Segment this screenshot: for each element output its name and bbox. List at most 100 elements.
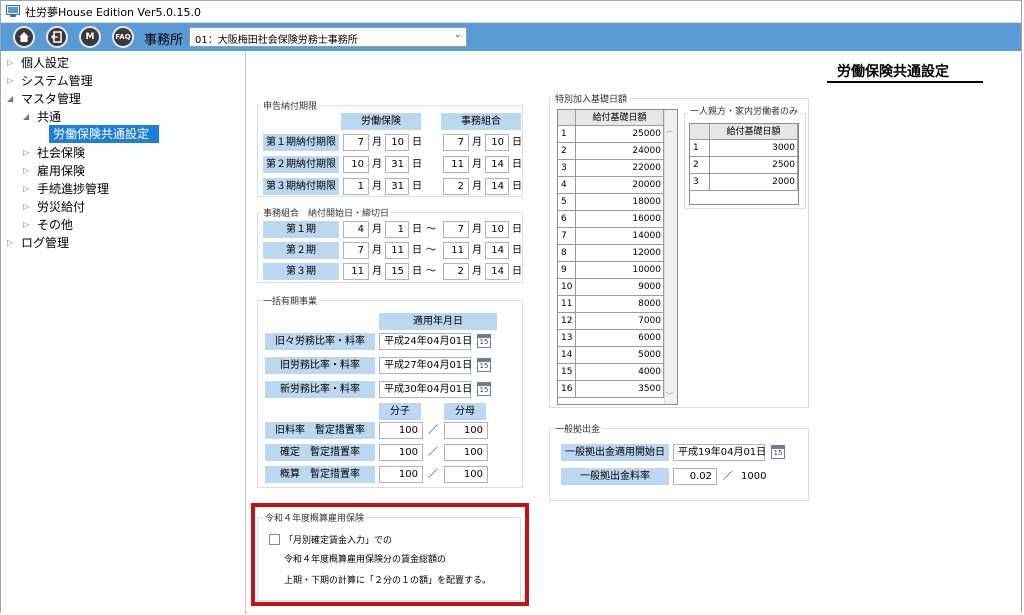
union-end-day-input[interactable]: 14	[485, 242, 509, 259]
table-row-index: 2	[558, 143, 576, 160]
union-row-label: 第１期	[263, 221, 339, 238]
collapse-arrow-icon: ◢	[7, 94, 14, 103]
table-cell-amount[interactable]: 22000	[576, 160, 664, 177]
union-start-day-input[interactable]: 1	[385, 221, 409, 238]
lump-date-input[interactable]: 平成27年04月01日	[379, 357, 472, 374]
filing-row-label: 第１期納付期限	[263, 134, 339, 151]
calendar-icon[interactable]: 15	[477, 382, 491, 396]
union-end-month-input[interactable]: 2	[443, 263, 469, 280]
filing-office-month-input[interactable]: 7	[443, 134, 469, 151]
col-office-union: 事務組合	[441, 113, 521, 130]
unit-month: 月	[372, 245, 382, 256]
filing-office-month-input[interactable]: 2	[443, 178, 469, 195]
table-cell-amount[interactable]: 18000	[576, 194, 664, 211]
table-cell-amount[interactable]: 25000	[576, 126, 664, 143]
table-cell-amount[interactable]: 3000	[710, 140, 798, 157]
union-row-label: 第３期	[263, 263, 339, 280]
rate-numerator-input[interactable]: 100	[379, 422, 423, 439]
union-end-month-input[interactable]: 7	[443, 221, 469, 238]
scroll-down-icon[interactable]: ﹀	[666, 391, 673, 401]
expand-arrow-icon: ▷	[23, 184, 30, 193]
table-cell-amount[interactable]: 14000	[576, 228, 664, 245]
table-cell-amount[interactable]: 24000	[576, 143, 664, 160]
table-cell-amount[interactable]: 2000	[710, 174, 798, 191]
calendar-icon[interactable]: 15	[771, 445, 785, 459]
table-cell-amount[interactable]: 5000	[576, 347, 664, 364]
filing-office-day-input[interactable]: 14	[485, 178, 509, 195]
table-cell-amount[interactable]: 6000	[576, 330, 664, 347]
union-end-day-input[interactable]: 10	[485, 221, 509, 238]
filing-labor-day-input[interactable]: 31	[385, 178, 409, 195]
rate-numerator-input[interactable]: 100	[379, 444, 423, 461]
filing-office-day-input[interactable]: 10	[485, 134, 509, 151]
union-start-day-input[interactable]: 11	[385, 242, 409, 259]
table-cell-amount[interactable]: 10000	[576, 262, 664, 279]
table-cell-amount[interactable]: 20000	[576, 177, 664, 194]
union-start-month-input[interactable]: 11	[343, 263, 369, 280]
rate-slash: ／	[428, 425, 438, 436]
table-cell-amount[interactable]: 12000	[576, 245, 664, 262]
table-cell-amount[interactable]: 8000	[576, 296, 664, 313]
unit-month: 月	[372, 159, 382, 170]
chevron-down-icon[interactable]: ⌄	[454, 30, 462, 40]
union-end-month-input[interactable]: 11	[443, 242, 469, 259]
family-group-title: 一人親方・家内労働者のみ	[688, 104, 801, 117]
office-select[interactable]: 01：大阪梅田社会保険労務士事務所	[189, 27, 467, 47]
unit-month: 月	[472, 181, 482, 192]
filing-office-day-input[interactable]: 14	[485, 156, 509, 173]
filing-labor-month-input[interactable]: 10	[343, 156, 369, 173]
lump-date-input[interactable]: 平成24年04月01日	[379, 333, 472, 350]
calendar-icon[interactable]: 15	[477, 358, 491, 372]
filing-office-month-input[interactable]: 11	[443, 156, 469, 173]
exit-button[interactable]	[46, 26, 68, 48]
table-cell-amount[interactable]: 2500	[710, 157, 798, 174]
filing-labor-month-input[interactable]: 1	[343, 178, 369, 195]
rate-denominator-input[interactable]: 100	[444, 422, 488, 439]
table-cell-amount[interactable]: 16000	[576, 211, 664, 228]
lump-group-title: 一括有期事業	[261, 294, 320, 307]
rate-denominator-input[interactable]: 100	[444, 466, 488, 483]
expand-arrow-icon: ▷	[7, 76, 14, 85]
unit-month: 月	[372, 137, 382, 148]
union-start-month-input[interactable]: 4	[343, 221, 369, 238]
title-bar: 社労夢House Edition Ver5.0.15.0	[1, 1, 1021, 23]
union-start-month-input[interactable]: 7	[343, 242, 369, 259]
calendar-icon[interactable]: 15	[477, 334, 491, 348]
expand-arrow-icon: ▷	[23, 166, 30, 175]
lump-date-input[interactable]: 平成30年04月01日	[379, 381, 472, 398]
filing-labor-month-input[interactable]: 7	[343, 134, 369, 151]
family-table-header: 給付基礎日額	[710, 124, 798, 140]
table-cell-amount[interactable]: 7000	[576, 313, 664, 330]
filing-labor-day-input[interactable]: 10	[385, 134, 409, 151]
special-table-corner	[558, 110, 576, 126]
union-start-day-input[interactable]: 15	[385, 263, 409, 280]
toolbar: M FAQ 事務所 01：大阪梅田社会保険労務士事務所 ⌄	[1, 23, 1021, 51]
general-rate-input[interactable]: 0.02	[673, 468, 717, 485]
manual-button[interactable]: M	[79, 26, 101, 48]
tilde-separator: ～	[426, 266, 436, 277]
scroll-up-icon[interactable]: ︿	[666, 125, 673, 135]
unit-month: 月	[472, 224, 482, 235]
home-button[interactable]	[13, 26, 35, 48]
unit-day: 日	[512, 181, 522, 192]
union-end-day-input[interactable]: 14	[485, 263, 509, 280]
window-title: 社労夢House Edition Ver5.0.15.0	[25, 6, 201, 19]
rate-numerator-input[interactable]: 100	[379, 466, 423, 483]
rate-denominator-input[interactable]: 100	[444, 444, 488, 461]
unit-day: 日	[412, 137, 422, 148]
rate-row-label: 確定 暫定措置率	[265, 444, 375, 461]
unit-month: 月	[372, 266, 382, 277]
table-cell-amount[interactable]: 9000	[576, 279, 664, 296]
rate-row-label: 旧料率 暫定措置率	[265, 422, 375, 439]
table-row-index: 10	[558, 279, 576, 296]
unit-day: 日	[412, 159, 422, 170]
filing-labor-day-input[interactable]: 31	[385, 156, 409, 173]
table-cell-amount[interactable]: 3500	[576, 381, 664, 398]
special-table-scrollbar[interactable]	[664, 110, 677, 404]
special-table-header: 給付基礎日額	[576, 110, 664, 126]
unit-month: 月	[472, 159, 482, 170]
home-icon	[19, 32, 29, 42]
general-start-date-input[interactable]: 平成19年04月01日	[673, 444, 766, 461]
faq-button[interactable]: FAQ	[112, 26, 134, 48]
table-cell-amount[interactable]: 4000	[576, 364, 664, 381]
